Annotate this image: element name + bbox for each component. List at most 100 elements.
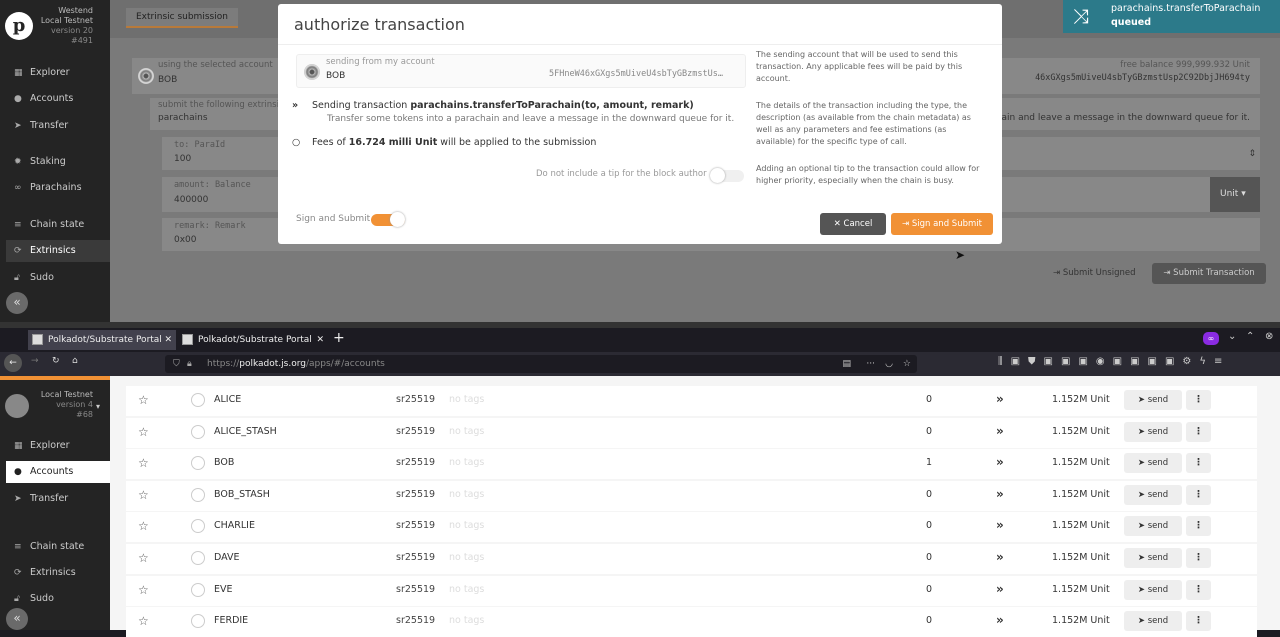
star-icon[interactable]: ☆ xyxy=(138,456,149,470)
send-button[interactable]: ➤ send xyxy=(1124,580,1182,600)
expand-icon[interactable]: » xyxy=(996,455,1004,469)
sidebar-item-chain-state[interactable]: ≡ Chain state xyxy=(6,536,110,558)
collapse-sidebar-button[interactable]: « xyxy=(6,608,28,630)
more-options-button[interactable]: ⋮ xyxy=(1186,548,1211,568)
star-icon[interactable]: ☆ xyxy=(138,425,149,439)
chevron-down-icon[interactable]: ▾ xyxy=(96,402,100,411)
expand-icon[interactable]: » xyxy=(996,550,1004,564)
submit-transaction-button[interactable]: ⇥ Submit Transaction xyxy=(1152,263,1266,284)
send-button[interactable]: ➤ send xyxy=(1124,485,1182,505)
collapse-sidebar-button[interactable]: « xyxy=(6,292,28,314)
reader-view-icon[interactable]: ▤ xyxy=(842,355,851,373)
polkadot-logo-icon[interactable]: p xyxy=(5,12,33,40)
browser-tab-2[interactable]: Polkadot/Substrate Portal ✕ xyxy=(178,330,328,350)
account-name[interactable]: DAVE xyxy=(214,552,240,563)
sidebar-item-staking[interactable]: ✹ Staking xyxy=(6,151,110,173)
unit-dropdown[interactable]: Unit ▾ xyxy=(1210,177,1260,212)
star-icon[interactable]: ☆ xyxy=(138,583,149,597)
identicon-icon[interactable] xyxy=(191,393,205,407)
account-name[interactable]: FERDIE xyxy=(214,615,248,626)
sign-and-submit-button[interactable]: ⇥ Sign and Submit xyxy=(891,213,993,235)
send-button[interactable]: ➤ send xyxy=(1124,422,1182,442)
sidebar-item-sudo[interactable]: 🔓︎ Sudo xyxy=(6,588,110,610)
url-bar[interactable]: ⛉ 🔒︎ https://polkadot.js.org/apps/#/accoun… xyxy=(165,355,917,373)
notification-toast[interactable]: ⤨ parachains.transferToParachain queued xyxy=(1063,0,1280,33)
more-options-button[interactable]: ⋮ xyxy=(1186,422,1211,442)
forward-button[interactable]: → xyxy=(31,356,39,366)
browser-tab-1[interactable]: Polkadot/Substrate Portal ✕ xyxy=(28,330,176,350)
star-icon[interactable]: ☆ xyxy=(138,488,149,502)
minimize-icon[interactable]: ⌃ xyxy=(1246,331,1254,342)
star-icon[interactable]: ☆ xyxy=(138,551,149,565)
send-button[interactable]: ➤ send xyxy=(1124,548,1182,568)
sign-and-submit-toggle[interactable] xyxy=(371,212,405,227)
chain-selector[interactable]: Local Testnet version 4 #68 xyxy=(30,390,93,420)
sidebar-item-chain-state[interactable]: ≡ Chain state xyxy=(6,214,110,236)
submit-unsigned-button[interactable]: ⇥ Submit Unsigned xyxy=(1053,268,1136,278)
more-options-button[interactable]: ⋮ xyxy=(1186,580,1211,600)
send-button[interactable]: ➤ send xyxy=(1124,390,1182,410)
identicon-icon[interactable] xyxy=(191,425,205,439)
send-button[interactable]: ➤ send xyxy=(1124,453,1182,473)
identicon-icon[interactable] xyxy=(191,614,205,628)
chain-logo-icon[interactable] xyxy=(5,394,29,418)
sidebar-item-explorer[interactable]: ▦ Explorer xyxy=(6,435,110,457)
more-options-button[interactable]: ⋮ xyxy=(1186,485,1211,505)
account-tags: no tags xyxy=(449,489,485,500)
sidebar-item-extrinsics[interactable]: ⟳ Extrinsics xyxy=(6,240,110,262)
sidebar-item-accounts[interactable]: ● Accounts xyxy=(6,461,110,483)
chain-selector[interactable]: Westend Local Testnet version 20 #491 xyxy=(36,6,93,46)
bookmark-star-icon[interactable]: ☆ xyxy=(903,355,911,373)
chevron-down-icon[interactable]: ⌄ xyxy=(1228,331,1236,342)
close-tab-icon[interactable]: ✕ xyxy=(316,330,324,350)
account-name[interactable]: ALICE xyxy=(214,394,241,405)
sidebar-item-sudo[interactable]: 🔓︎ Sudo xyxy=(6,267,110,289)
star-icon[interactable]: ☆ xyxy=(138,519,149,533)
identicon-icon[interactable] xyxy=(191,551,205,565)
send-button[interactable]: ➤ send xyxy=(1124,611,1182,631)
expand-icon[interactable]: » xyxy=(996,518,1004,532)
expand-icon[interactable]: » xyxy=(996,487,1004,501)
more-options-button[interactable]: ⋮ xyxy=(1186,453,1211,473)
account-name[interactable]: CHARLIE xyxy=(214,520,255,531)
star-icon[interactable]: ☆ xyxy=(138,614,149,628)
more-options-button[interactable]: ⋮ xyxy=(1186,390,1211,410)
account-name[interactable]: EVE xyxy=(214,584,233,595)
sidebar-item-transfer[interactable]: ➤ Transfer xyxy=(6,115,110,137)
authorize-transaction-modal: authorize transaction sending from my ac… xyxy=(278,4,1002,244)
stepper-icon[interactable]: ⇕ xyxy=(1248,149,1256,159)
sidebar-item-transfer[interactable]: ➤ Transfer xyxy=(6,488,110,510)
identicon-icon[interactable] xyxy=(191,488,205,502)
close-window-icon[interactable]: ⊗ xyxy=(1265,331,1273,342)
home-button[interactable]: ⌂ xyxy=(72,356,78,366)
sidebar-item-parachains[interactable]: ∞ Parachains xyxy=(6,177,110,199)
sidebar-item-explorer[interactable]: ▦ Explorer xyxy=(6,62,110,84)
reload-button[interactable]: ↻ xyxy=(52,356,60,366)
account-name[interactable]: ALICE_STASH xyxy=(214,426,277,437)
star-icon[interactable]: ☆ xyxy=(138,393,149,407)
close-tab-icon[interactable]: ✕ xyxy=(164,330,172,350)
send-button[interactable]: ➤ send xyxy=(1124,516,1182,536)
tab-extrinsic-submission[interactable]: Extrinsic submission xyxy=(126,8,238,28)
account-name[interactable]: BOB_STASH xyxy=(214,489,270,500)
identicon-icon[interactable] xyxy=(191,519,205,533)
paper-plane-icon: ➤ xyxy=(14,494,22,504)
expand-icon[interactable]: » xyxy=(996,613,1004,627)
more-options-button[interactable]: ⋮ xyxy=(1186,516,1211,536)
pocket-icon[interactable]: ◡ xyxy=(885,355,893,373)
identicon-icon[interactable] xyxy=(191,583,205,597)
page-actions-icon[interactable]: ··· xyxy=(866,355,875,373)
expand-icon[interactable]: » xyxy=(996,424,1004,438)
tip-toggle[interactable] xyxy=(710,168,744,183)
sidebar-item-extrinsics[interactable]: ⟳ Extrinsics xyxy=(6,562,110,584)
sidebar-item-accounts[interactable]: ● Accounts xyxy=(6,88,110,110)
extensions-toolbar[interactable]: ⫼▣⛊▣▣▣◉▣▣▣▣⚙ϟ≡ xyxy=(998,356,1230,367)
expand-icon[interactable]: » xyxy=(996,392,1004,406)
back-button[interactable]: ← xyxy=(4,354,22,372)
identicon-icon[interactable] xyxy=(191,456,205,470)
expand-icon[interactable]: » xyxy=(996,582,1004,596)
account-name[interactable]: BOB xyxy=(214,457,234,468)
cancel-button[interactable]: ✕ Cancel xyxy=(820,213,886,235)
new-tab-icon[interactable]: + xyxy=(333,330,345,346)
more-options-button[interactable]: ⋮ xyxy=(1186,611,1211,631)
